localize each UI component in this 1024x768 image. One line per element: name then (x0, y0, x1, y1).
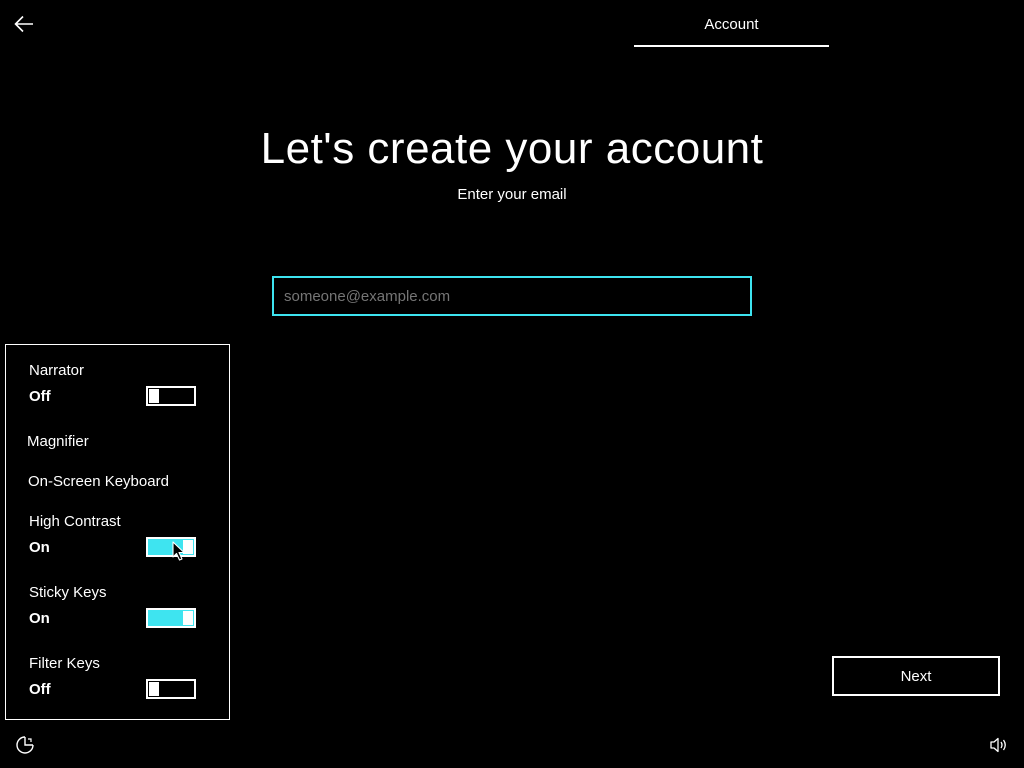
email-input[interactable] (272, 276, 752, 316)
on-screen-keyboard-button[interactable]: On-Screen Keyboard (28, 473, 169, 490)
magnifier-button[interactable]: Magnifier (27, 433, 89, 450)
high-contrast-label: High Contrast (29, 513, 121, 530)
toggle-knob (149, 682, 159, 696)
ease-of-access-icon (16, 736, 34, 754)
filter-keys-label: Filter Keys (29, 655, 100, 672)
oobe-account-page: Account Let's create your account Enter … (0, 0, 1024, 768)
filter-keys-toggle[interactable] (146, 679, 196, 699)
toggle-knob (183, 540, 193, 554)
sticky-keys-state: On (29, 610, 50, 627)
narrator-state: Off (29, 388, 51, 405)
tab-account[interactable]: Account (634, 0, 829, 48)
narrator-label: Narrator (29, 362, 85, 379)
tab-active-indicator (634, 45, 829, 47)
ease-of-access-button[interactable] (14, 734, 36, 756)
next-button[interactable]: Next (832, 656, 1000, 696)
sticky-keys-toggle[interactable] (146, 608, 196, 628)
toggle-knob (183, 611, 193, 625)
back-button[interactable] (10, 10, 38, 38)
high-contrast-toggle[interactable] (146, 537, 196, 557)
tab-account-label: Account (704, 15, 759, 33)
accessibility-panel: Narrator Off Magnifier On-Screen Keyboar… (5, 344, 230, 720)
back-arrow-icon (14, 15, 33, 33)
sticky-keys-label: Sticky Keys (29, 584, 107, 601)
volume-button[interactable] (988, 734, 1010, 756)
toggle-knob (149, 389, 159, 403)
high-contrast-state: On (29, 539, 50, 556)
page-title: Let's create your account (260, 124, 764, 173)
narrator-toggle[interactable] (146, 386, 196, 406)
volume-icon (990, 737, 1006, 753)
filter-keys-state: Off (29, 681, 51, 698)
page-subtitle: Enter your email (457, 186, 567, 203)
